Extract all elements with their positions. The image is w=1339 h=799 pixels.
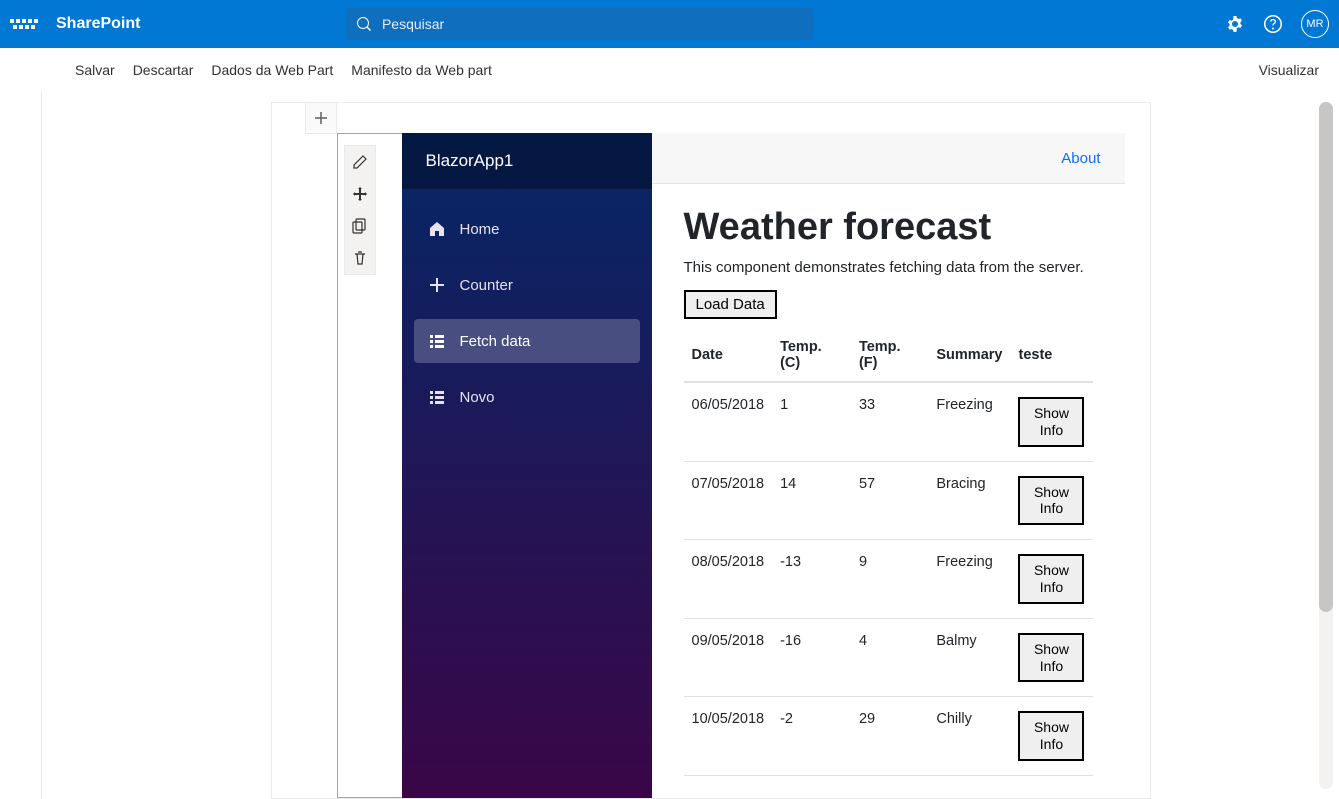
nav-fetch-label: Fetch data <box>460 333 531 350</box>
cell-tempc: -2 <box>772 697 851 776</box>
th-summary: Summary <box>928 329 1010 382</box>
cell-summary: Freezing <box>928 382 1010 461</box>
blazor-sidebar: BlazorApp1 Home Counter Fetch data <box>402 133 652 798</box>
cell-tempc: 1 <box>772 382 851 461</box>
search-box[interactable] <box>346 8 814 40</box>
webpart-data-button[interactable]: Dados da Web Part <box>211 62 333 78</box>
cell-summary: Chilly <box>928 697 1010 776</box>
search-icon <box>356 16 372 32</box>
cell-summary: Balmy <box>928 618 1010 697</box>
cell-tempc: 14 <box>772 461 851 540</box>
canvas-wrap: BlazorApp1 Home Counter Fetch data <box>42 92 1339 799</box>
command-bar: Salvar Descartar Dados da Web Part Manif… <box>0 48 1339 92</box>
weather-table: Date Temp. (C) Temp. (F) Summary teste 0… <box>684 329 1093 776</box>
cell-tempf: 4 <box>851 618 928 697</box>
search-input[interactable] <box>382 16 804 32</box>
canvas: BlazorApp1 Home Counter Fetch data <box>271 102 1151 799</box>
table-row: 10/05/2018-229ChillyShow Info <box>684 697 1093 776</box>
scrollbar-thumb[interactable] <box>1319 102 1333 612</box>
page-subtitle: This component demonstrates fetching dat… <box>684 259 1093 276</box>
table-row: 07/05/20181457BracingShow Info <box>684 461 1093 540</box>
scrollbar[interactable] <box>1319 102 1333 789</box>
save-button[interactable]: Salvar <box>75 62 115 78</box>
show-info-button[interactable]: Show Info <box>1018 633 1084 683</box>
show-info-button[interactable]: Show Info <box>1018 554 1084 604</box>
table-row: 09/05/2018-164BalmyShow Info <box>684 618 1093 697</box>
add-section-button[interactable] <box>305 102 337 134</box>
blazor-brand: BlazorApp1 <box>402 133 652 189</box>
cell-date: 09/05/2018 <box>684 618 773 697</box>
cell-tempf: 57 <box>851 461 928 540</box>
nav-counter[interactable]: Counter <box>414 263 640 307</box>
cell-tempf: 33 <box>851 382 928 461</box>
blazor-main: About Weather forecast This component de… <box>652 133 1125 798</box>
cell-tempf: 29 <box>851 697 928 776</box>
cell-date: 06/05/2018 <box>684 382 773 461</box>
app-launcher-icon[interactable] <box>10 10 38 38</box>
preview-button[interactable]: Visualizar <box>1259 62 1319 78</box>
cell-tempc: -16 <box>772 618 851 697</box>
load-data-button[interactable]: Load Data <box>684 290 777 319</box>
help-icon[interactable] <box>1263 14 1283 34</box>
show-info-button[interactable]: Show Info <box>1018 711 1084 761</box>
cell-date: 07/05/2018 <box>684 461 773 540</box>
nav-counter-label: Counter <box>460 277 513 294</box>
nav-fetch-data[interactable]: Fetch data <box>414 319 640 363</box>
avatar[interactable]: MR <box>1301 10 1329 38</box>
list-icon <box>428 332 446 350</box>
table-row: 08/05/2018-139FreezingShow Info <box>684 540 1093 619</box>
gear-icon[interactable] <box>1225 14 1245 34</box>
plus-icon <box>428 276 446 294</box>
cell-tempf: 9 <box>851 540 928 619</box>
cell-date: 08/05/2018 <box>684 540 773 619</box>
th-date: Date <box>684 329 773 382</box>
nav-home[interactable]: Home <box>414 207 640 251</box>
page-title: Weather forecast <box>684 206 1093 249</box>
cell-date: 10/05/2018 <box>684 697 773 776</box>
cell-summary: Freezing <box>928 540 1010 619</box>
nav-novo-label: Novo <box>460 389 495 406</box>
th-tempc: Temp. (C) <box>772 329 851 382</box>
suite-title: SharePoint <box>56 15 140 33</box>
th-teste: teste <box>1010 329 1092 382</box>
list-icon <box>428 388 446 406</box>
main-area: BlazorApp1 Home Counter Fetch data <box>0 92 1339 799</box>
webpart-manifest-button[interactable]: Manifesto da Web part <box>351 62 492 78</box>
show-info-button[interactable]: Show Info <box>1018 476 1084 526</box>
cell-tempc: -13 <box>772 540 851 619</box>
table-row: 06/05/2018133FreezingShow Info <box>684 382 1093 461</box>
suite-bar: SharePoint MR <box>0 0 1339 48</box>
left-rail <box>0 92 42 799</box>
blazor-app: BlazorApp1 Home Counter Fetch data <box>402 133 1125 798</box>
nav-home-label: Home <box>460 221 500 238</box>
discard-button[interactable]: Descartar <box>133 62 194 78</box>
home-icon <box>428 220 446 238</box>
about-link[interactable]: About <box>1061 150 1100 167</box>
th-tempf: Temp. (F) <box>851 329 928 382</box>
nav-novo[interactable]: Novo <box>414 375 640 419</box>
cell-summary: Bracing <box>928 461 1010 540</box>
blazor-topbar: About <box>652 133 1125 184</box>
show-info-button[interactable]: Show Info <box>1018 397 1084 447</box>
